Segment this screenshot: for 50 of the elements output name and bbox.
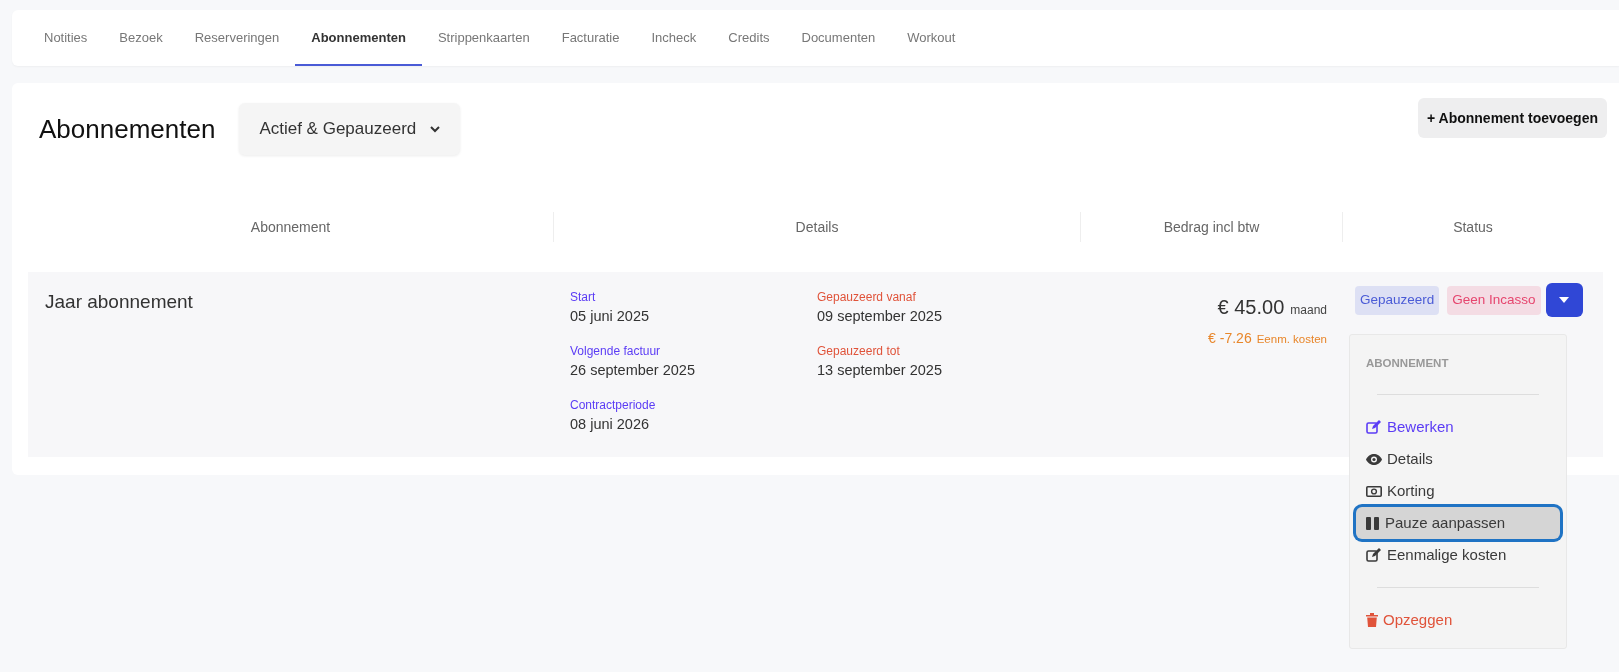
detail-label: Gepauzeerd tot bbox=[817, 343, 900, 359]
detail-label: Contractperiode bbox=[570, 397, 656, 413]
tab[interactable]: Facturatie bbox=[545, 10, 636, 66]
extra-cost-amount: € -7.26 bbox=[1208, 329, 1252, 348]
tab[interactable]: Reserveringen bbox=[178, 10, 296, 66]
tab[interactable]: Bezoek bbox=[103, 10, 179, 66]
extra-cost-label: Eenm. kosten bbox=[1256, 332, 1327, 347]
filter-select[interactable]: Actief & Gepauzeerd bbox=[239, 103, 461, 155]
edit-icon bbox=[1366, 420, 1382, 435]
eye-icon bbox=[1366, 453, 1382, 465]
pause-icon bbox=[1366, 516, 1380, 530]
detail-value: 13 september 2025 bbox=[817, 361, 942, 380]
column-header: Details bbox=[795, 217, 839, 237]
detail-label: Volgende factuur bbox=[570, 343, 661, 359]
trash-icon bbox=[1366, 613, 1378, 628]
tab[interactable]: Incheck bbox=[635, 10, 713, 66]
status-badge: Gepauzeerd bbox=[1355, 285, 1440, 315]
price-period: maand bbox=[1290, 302, 1327, 319]
caret-down-icon bbox=[1559, 297, 1570, 303]
detail-value: 05 juni 2025 bbox=[570, 307, 649, 326]
dropdown-button[interactable] bbox=[1545, 283, 1583, 317]
menu-item[interactable]: Eenmalige kosten bbox=[1356, 539, 1560, 572]
menu-item[interactable]: Pauze aanpassen bbox=[1356, 507, 1560, 540]
edit-icon bbox=[1366, 548, 1382, 563]
detail-label: Gepauzeerd vanaf bbox=[817, 289, 916, 305]
detail-value: 08 juni 2026 bbox=[570, 415, 649, 434]
banknote-icon bbox=[1366, 485, 1382, 497]
menu-item[interactable]: Bewerken bbox=[1356, 411, 1560, 444]
tab[interactable]: Credits bbox=[712, 10, 786, 66]
tab[interactable]: Documenten bbox=[785, 10, 892, 66]
tab[interactable]: Workout bbox=[891, 10, 972, 66]
detail-value: 26 september 2025 bbox=[570, 361, 695, 380]
column-header: Status bbox=[1453, 217, 1493, 237]
page-title: Abonnementen bbox=[39, 112, 216, 146]
add-subscription-button[interactable]: + Abonnement toevoegen bbox=[1418, 98, 1607, 138]
tab[interactable]: Strippenkaarten bbox=[421, 10, 546, 66]
detail-label: Start bbox=[570, 289, 596, 305]
column-header: Abonnement bbox=[250, 217, 331, 237]
tab[interactable]: Notities bbox=[28, 10, 104, 66]
subscription-name: Jaar abonnement bbox=[45, 291, 193, 312]
menu-item[interactable]: Korting bbox=[1356, 475, 1560, 508]
chevron-down-icon bbox=[430, 125, 441, 133]
menu-item[interactable]: Details bbox=[1356, 443, 1560, 476]
price: € 45.00 bbox=[1217, 295, 1285, 320]
detail-value: 09 september 2025 bbox=[817, 307, 942, 326]
status-badge: Geen Incasso bbox=[1447, 285, 1541, 315]
tab[interactable]: Abonnementen bbox=[295, 10, 422, 66]
menu-item[interactable]: Opzeggen bbox=[1356, 604, 1560, 637]
column-header: Bedrag incl btw bbox=[1163, 217, 1260, 237]
menu-header: ABONNEMENT bbox=[1365, 356, 1450, 371]
